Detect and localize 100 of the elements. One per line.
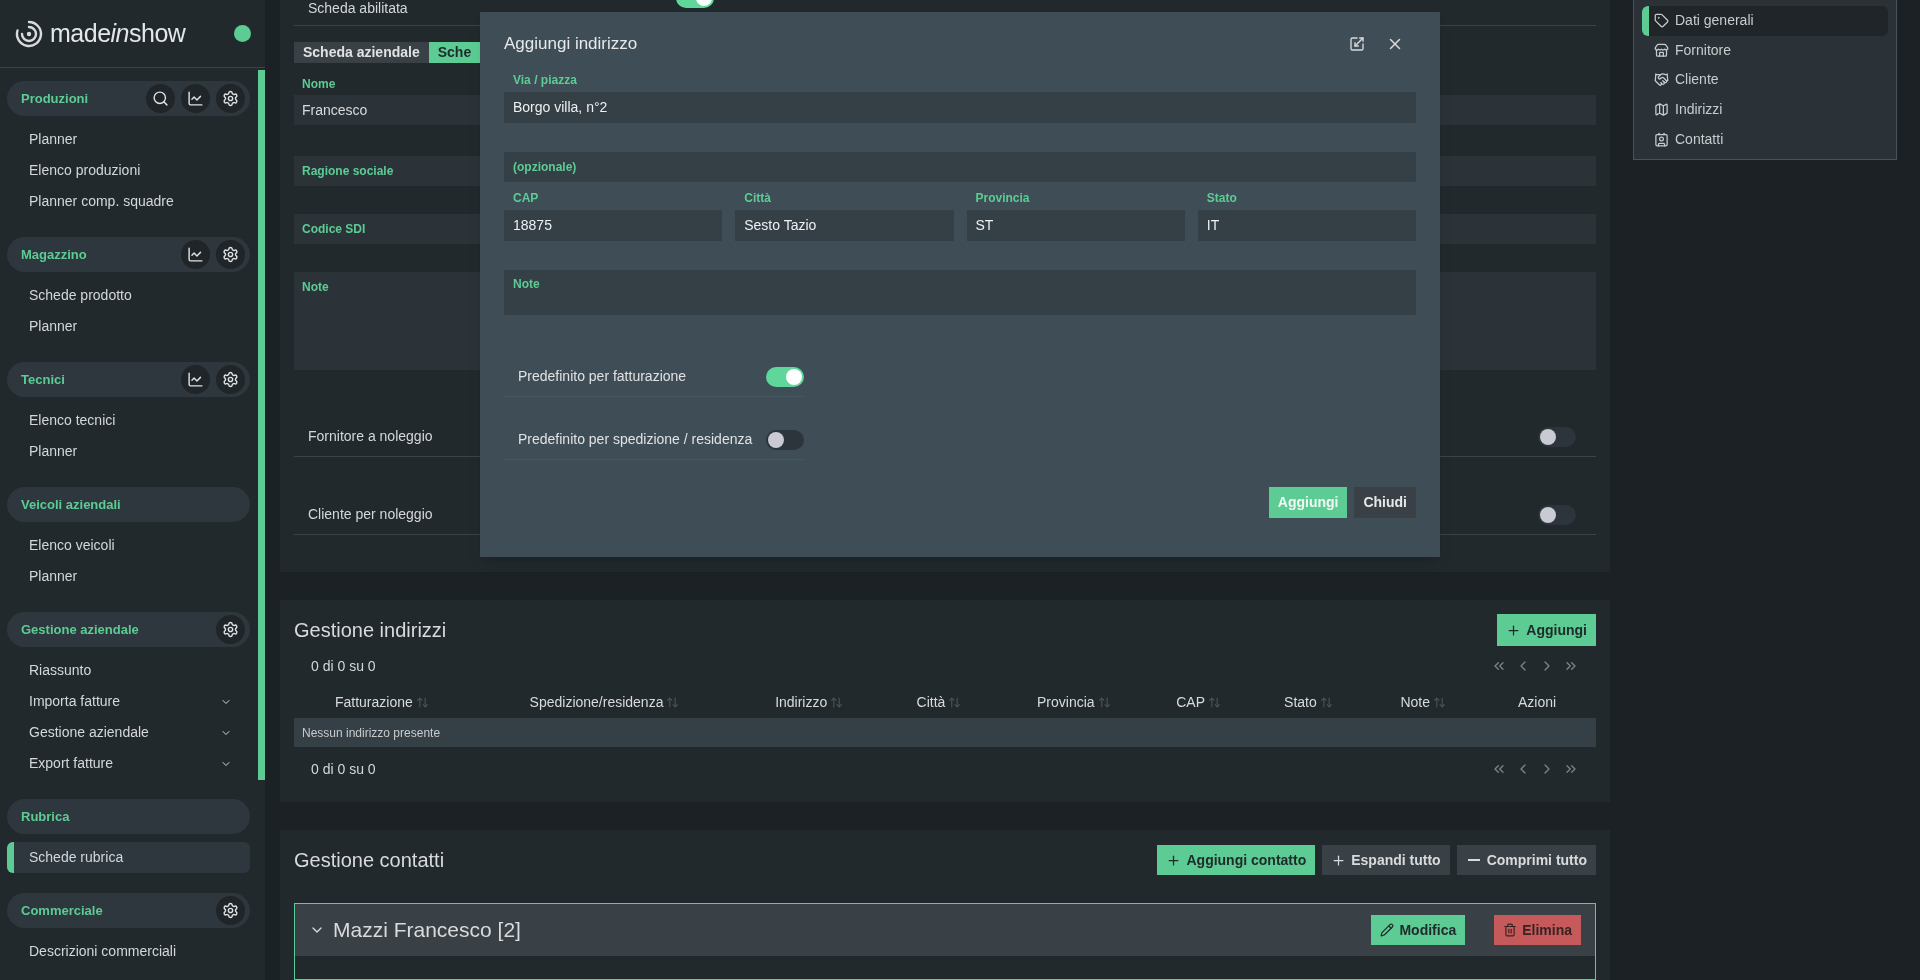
sidebar-item[interactable]: Planner comp. squadre [7, 186, 250, 217]
edit-button[interactable]: Modifica [1371, 915, 1466, 945]
field-label: Stato [1205, 190, 1238, 207]
add-button[interactable]: Aggiungi [1497, 614, 1596, 646]
section-nav-item[interactable]: Dati generali [1642, 6, 1888, 36]
tab[interactable]: Sche [428, 42, 481, 63]
text-field[interactable]: Sesto Tazio [735, 210, 954, 241]
section-heading: Gestione contatti [294, 848, 445, 873]
section-nav-item[interactable]: Indirizzi [1642, 94, 1888, 125]
delete-button[interactable]: Elimina [1494, 915, 1581, 945]
toggle-switch[interactable] [1538, 504, 1576, 525]
settings-icon [222, 90, 239, 107]
toggle-switch[interactable] [766, 366, 804, 387]
tab[interactable]: Scheda aziendale [294, 42, 429, 63]
section-header[interactable]: Magazzino [7, 237, 250, 272]
column-header[interactable]: Fatturazione [334, 691, 429, 713]
section-action-button[interactable] [216, 365, 245, 394]
toggle-label: Scheda abilitata [308, 0, 409, 16]
column-header[interactable]: Stato [1284, 691, 1333, 713]
column-header[interactable]: CAP [1176, 691, 1221, 713]
section-header[interactable]: Commerciale [7, 893, 250, 928]
section-action-button[interactable] [216, 615, 245, 644]
section-header[interactable]: Produzioni [7, 81, 250, 116]
sidebar-item[interactable]: Elenco produzioni [7, 155, 250, 186]
section-title: Produzioni [21, 89, 90, 108]
sort-icon [1433, 695, 1447, 709]
sort-icon [830, 695, 844, 709]
settings-icon [222, 621, 239, 638]
toggle-switch[interactable] [766, 429, 804, 450]
toolbar-button[interactable]: Aggiungi contatto [1157, 845, 1316, 875]
note-field[interactable]: Note [504, 270, 1416, 315]
field-label: Città [743, 190, 772, 207]
street-field[interactable]: Borgo villa, n°2 [504, 92, 1416, 123]
optional-field[interactable]: (opzionale) [504, 152, 1416, 182]
section-action-button[interactable] [181, 84, 210, 113]
sidebar-item[interactable]: Planner [7, 561, 250, 592]
plus-icon [1166, 852, 1182, 868]
section-action-button[interactable] [181, 365, 210, 394]
scrollbar-thumb[interactable] [258, 70, 265, 780]
pager-count: 0 di 0 su 0 [311, 656, 376, 676]
section-nav-item[interactable]: Fornitore [1642, 35, 1888, 66]
sidebar-item[interactable]: Planner [7, 436, 250, 467]
settings-icon [222, 246, 239, 263]
resize-icon[interactable] [1349, 36, 1365, 52]
column-header[interactable]: Azioni [1518, 691, 1557, 713]
section-title: Rubrica [21, 807, 71, 826]
text-field[interactable]: IT [1197, 210, 1416, 241]
section-title: Veicoli aziendali [21, 495, 122, 514]
sort-icon [666, 695, 680, 709]
toggle-label: Cliente per noleggio [308, 505, 433, 524]
plus-icon [1506, 622, 1522, 638]
settings-icon [222, 902, 239, 919]
text-field[interactable]: ST [966, 210, 1185, 241]
section-action-button[interactable] [216, 240, 245, 269]
line-chart-icon [187, 246, 204, 263]
toggle-switch[interactable] [1538, 426, 1576, 447]
section-action-button[interactable] [146, 84, 175, 113]
contact-name: Mazzi Francesco [2] [333, 917, 522, 944]
section-title: Magazzino [21, 245, 88, 264]
modal-title: Aggiungi indirizzo [504, 33, 639, 56]
sort-icon [415, 695, 429, 709]
handshake-icon [1654, 72, 1669, 88]
plus-icon [1331, 852, 1347, 868]
text-field[interactable]: 18875 [504, 210, 723, 241]
column-header[interactable]: Spedizione/residenza [529, 691, 680, 713]
column-header[interactable]: Indirizzo [775, 691, 844, 713]
section-nav-item[interactable]: Contatti [1642, 124, 1888, 154]
sidebar-item[interactable]: Importa fatture [7, 686, 250, 717]
sidebar-item[interactable]: Schede rubrica [7, 842, 250, 873]
sidebar-item[interactable]: Riassunto [7, 655, 250, 686]
section-title: Gestione aziendale [21, 620, 140, 639]
sidebar-item[interactable]: Gestione aziendale [7, 717, 250, 748]
toolbar-button[interactable]: Comprimi tutto [1456, 845, 1596, 875]
section-header[interactable]: Veicoli aziendali [7, 487, 250, 522]
section-title: Tecnici [21, 370, 66, 389]
section-header[interactable]: Tecnici [7, 362, 250, 397]
sidebar-item[interactable]: Export fatture [7, 748, 250, 779]
section-title: Commerciale [21, 901, 104, 920]
sidebar-item[interactable]: Planner [7, 124, 250, 155]
toggle-label: Predefinito per fatturazione [518, 367, 687, 386]
sidebar-item[interactable]: Schede prodotto [7, 280, 250, 311]
sidebar-item[interactable]: Descrizioni commerciali [7, 936, 250, 967]
section-header[interactable]: Rubrica [7, 799, 250, 834]
sidebar-item[interactable]: Planner [7, 311, 250, 342]
store-icon [1654, 42, 1669, 58]
toggle-label: Fornitore a noleggio [308, 427, 433, 446]
column-header[interactable]: Città [916, 691, 962, 713]
section-header[interactable]: Gestione aziendale [7, 612, 250, 647]
settings-icon [222, 371, 239, 388]
dialog-button[interactable]: Chiudi [1354, 487, 1416, 518]
sidebar-item[interactable]: Elenco veicoli [7, 530, 250, 561]
toolbar-button[interactable]: Espandi tutto [1322, 845, 1450, 875]
section-nav-item[interactable]: Cliente [1642, 65, 1888, 95]
column-header[interactable]: Provincia [1037, 691, 1111, 713]
sidebar-item[interactable]: Elenco tecnici [7, 405, 250, 436]
section-action-button[interactable] [181, 240, 210, 269]
section-action-button[interactable] [216, 896, 245, 925]
field-label: Provincia [974, 190, 1031, 207]
column-header[interactable]: Note [1400, 691, 1447, 713]
section-action-button[interactable] [216, 84, 245, 113]
